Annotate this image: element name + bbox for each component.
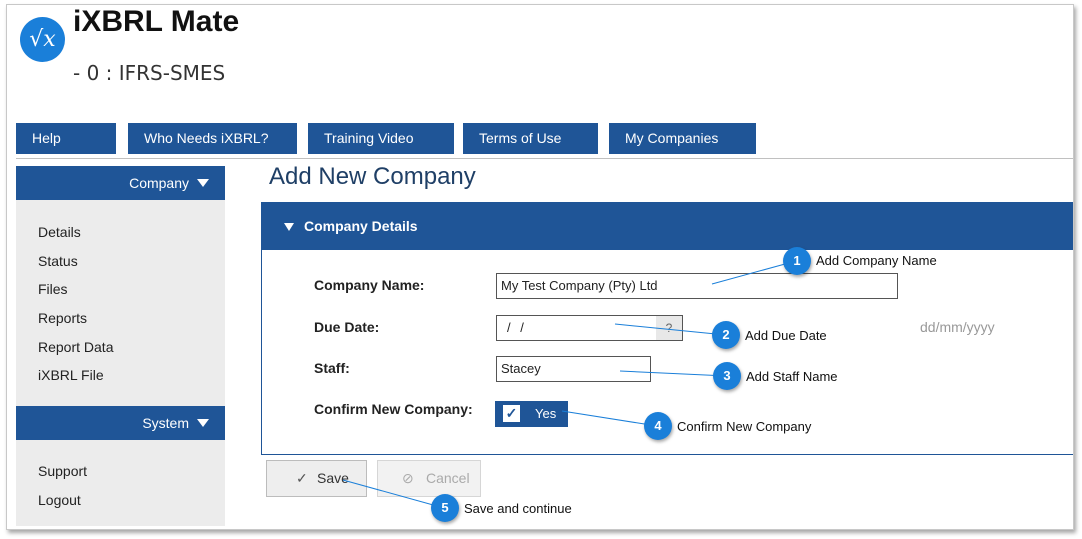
triangle-down-icon [284,223,294,231]
callout-badge-1: 1 [783,247,811,275]
cancel-circle-icon: ⊘ [402,470,414,486]
nav-help[interactable]: Help [16,123,116,154]
sidebar: Company Details Status Files Reports Rep… [16,166,225,526]
nav-terms-of-use[interactable]: Terms of Use [463,123,598,154]
callout-text-4: Confirm New Company [677,419,812,434]
cancel-button[interactable]: ⊘ Cancel [377,460,481,497]
confirm-yes-toggle[interactable]: ✓ Yes [495,401,568,427]
sidebar-system-header[interactable]: System [16,406,225,440]
callout-badge-4: 4 [644,412,672,440]
due-date-input[interactable]: / / ? [496,315,683,341]
ixbrl-logo-icon: √x [20,17,65,62]
checkmark-icon: ✓ [296,470,308,486]
app-title: iXBRL Mate [73,5,240,38]
sidebar-item-support[interactable]: Support [38,463,87,479]
checkbox-checked-icon: ✓ [503,405,520,422]
page-title: Add New Company [269,163,476,190]
sidebar-item-status[interactable]: Status [38,253,78,269]
nav-training-video[interactable]: Training Video [308,123,454,154]
staff-input[interactable]: Stacey [496,356,651,382]
sidebar-item-details[interactable]: Details [38,224,81,240]
callout-badge-5: 5 [431,494,459,522]
callout-text-1: Add Company Name [816,253,937,268]
due-date-label: Due Date: [314,319,380,335]
sidebar-item-files[interactable]: Files [38,281,68,297]
callout-text-2: Add Due Date [745,328,827,343]
callout-badge-2: 2 [712,321,740,349]
nav-divider [16,158,1073,159]
nav-who-needs-ixbrl[interactable]: Who Needs iXBRL? [128,123,297,154]
due-date-format-hint: dd/mm/yyyy [920,319,995,335]
callout-text-5: Save and continue [464,501,572,516]
company-name-input[interactable]: My Test Company (Pty) Ltd [496,273,898,299]
staff-label: Staff: [314,360,350,376]
sidebar-item-logout[interactable]: Logout [38,492,81,508]
triangle-down-icon [197,179,209,187]
app-subtitle: - 0 : IFRS-SMES [73,61,226,85]
callout-text-3: Add Staff Name [746,369,838,384]
help-icon[interactable]: ? [656,316,682,340]
sidebar-item-ixbrl-file[interactable]: iXBRL File [38,367,104,383]
confirm-new-company-label: Confirm New Company: [314,401,473,417]
nav-my-companies[interactable]: My Companies [609,123,756,154]
save-button[interactable]: ✓ Save [266,460,367,497]
sidebar-company-header[interactable]: Company [16,166,225,200]
callout-badge-3: 3 [713,362,741,390]
panel-header[interactable]: Company Details [262,203,1073,250]
sidebar-item-report-data[interactable]: Report Data [38,339,113,355]
company-name-label: Company Name: [314,277,425,293]
sidebar-item-reports[interactable]: Reports [38,310,87,326]
triangle-down-icon [197,419,209,427]
